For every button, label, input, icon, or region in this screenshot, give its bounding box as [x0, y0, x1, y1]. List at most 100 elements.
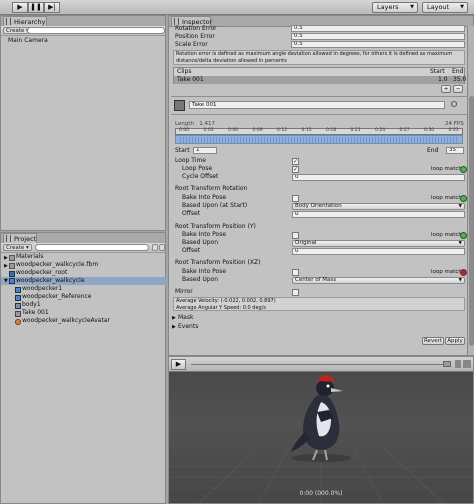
timeline-tick-label: 0:24 [375, 128, 386, 133]
layout-dropdown[interactable]: Layout ▼ [422, 2, 468, 13]
speed-icon[interactable] [443, 361, 451, 367]
clip-name-field[interactable]: Take 001 [189, 101, 445, 109]
clip-row-end: 35.0 [453, 76, 467, 83]
tab-hierarchy[interactable]: Hierarchy [3, 16, 47, 26]
layers-dropdown[interactable]: Layers ▼ [372, 2, 418, 13]
rtr-based-upon-dropdown[interactable]: Body Orientation ▼ [292, 203, 465, 210]
timeline-tick-label: 0:09 [252, 128, 263, 133]
inspector-scrollbar[interactable] [467, 26, 474, 355]
rtpy-bake-checkbox[interactable] [292, 232, 299, 239]
add-clip-button[interactable]: + [441, 85, 451, 93]
expand-arrow-icon[interactable]: ▶ [4, 262, 8, 270]
rtpxz-loop-match-label: loop match [431, 269, 462, 275]
rtpy-based-upon-dropdown[interactable]: Original ▼ [292, 240, 465, 247]
expand-arrow-icon[interactable]: ▶ [4, 254, 8, 262]
mirror-label: Mirror [175, 288, 193, 295]
foldout-arrow-icon[interactable]: ▶ [172, 314, 176, 322]
rtr-based-upon-value: Body Orientation [295, 203, 342, 209]
scrollbar-thumb[interactable] [469, 96, 474, 346]
cycle-offset-field[interactable]: 0 [292, 174, 465, 181]
step-button[interactable]: ▶| [44, 2, 60, 13]
foldout-arrow-icon[interactable]: ▶ [172, 323, 176, 331]
loop-pose-label: Loop Pose [182, 165, 213, 172]
project-item-body1[interactable]: body1 [22, 301, 41, 309]
timeline-ticks: 0:00 0:03 0:06 0:09 0:12 0:15 0:18 0:21 0:24 0:27… [176, 128, 462, 134]
rtr-based-upon-label: Based Upon (at Start) [182, 202, 248, 209]
project-tab-icon [6, 235, 11, 242]
rtpxz-bake-checkbox[interactable] [292, 269, 299, 276]
rtr-bake-checkbox[interactable] [292, 195, 299, 202]
project-search-input[interactable] [35, 244, 149, 251]
timeline-tick-label: 0:18 [326, 128, 337, 133]
help-icon[interactable] [451, 101, 457, 107]
project-item-materials[interactable]: Materials [16, 253, 44, 261]
timeline-range-bar[interactable] [175, 135, 463, 144]
end-field[interactable]: 35 [446, 147, 464, 154]
info-helpbox: Rotation error is defined as maximum ang… [173, 50, 465, 65]
apply-button[interactable]: Apply [445, 337, 465, 345]
rtpy-bake-label: Bake Into Pose [182, 231, 227, 238]
events-foldout[interactable]: Events [178, 323, 198, 331]
clips-list: Clips Start End Take 001 1.0 35.0 [173, 67, 467, 84]
start-field[interactable]: 1 [193, 147, 217, 154]
preview-play-button[interactable]: ▶ [171, 359, 186, 370]
timeline-ruler[interactable]: 0:00 0:03 0:06 0:09 0:12 0:15 0:18 0:21 0:24 0:27… [175, 128, 463, 135]
loop-pose-checkbox[interactable]: ✓ [292, 166, 299, 173]
inspector-panel: Inspector Rotation Error 0.5 Position Er… [168, 15, 474, 356]
remove-clip-button[interactable]: − [453, 85, 463, 93]
preview-viewport[interactable]: 0:00 (000.0%) [169, 372, 473, 503]
preview-timeline[interactable] [191, 364, 443, 365]
rtr-label: Root Transform Rotation [175, 185, 248, 192]
project-create-button[interactable]: Create ▾ [3, 244, 32, 251]
project-item-take001[interactable]: Take 001 [22, 309, 49, 317]
tab-hierarchy-label: Hierarchy [14, 18, 46, 26]
cycle-offset-label: Cycle Offset [182, 173, 219, 180]
layout-label: Layout [427, 3, 450, 11]
mask-foldout[interactable]: Mask [178, 314, 193, 322]
rotation-error-field[interactable]: 0.5 [291, 25, 465, 32]
pause-button[interactable]: ❚❚ [28, 2, 44, 13]
project-item-fbm[interactable]: woodpecker_walkcycle.fbm [16, 261, 98, 269]
play-button[interactable]: ▶ [12, 2, 28, 13]
rtr-bake-label: Bake Into Pose [182, 194, 227, 201]
pivot-icon[interactable] [463, 360, 471, 368]
main-toolbar: ▶ ❚❚ ▶| Layers ▼ Layout ▼ [0, 0, 474, 15]
timeline-tick-label: 0:30 [424, 128, 435, 133]
star-icon[interactable] [159, 244, 165, 251]
layers-label: Layers [377, 3, 399, 11]
tab-project[interactable]: Project [3, 233, 37, 243]
rtpxz-bake-label: Bake Into Pose [182, 268, 227, 275]
rtpxz-based-upon-dropdown[interactable]: Center of Mass ▼ [292, 277, 465, 284]
timeline-tick-label: 0:03 [203, 128, 214, 133]
avatar-preview-icon[interactable] [455, 360, 461, 368]
chevron-down-icon: ▼ [458, 204, 462, 209]
rtr-offset-field[interactable]: 0 [292, 211, 465, 218]
project-item-root[interactable]: woodpecker_root [16, 269, 67, 277]
loop-time-checkbox[interactable]: ✓ [292, 158, 299, 165]
filter-icon[interactable] [152, 244, 158, 251]
rtpy-loop-match-label: loop match [431, 232, 462, 238]
woodpecker-model-icon [291, 375, 351, 462]
end-label: End [427, 147, 439, 154]
collapse-arrow-icon[interactable]: ▼ [4, 277, 8, 285]
start-label: Start [175, 147, 190, 154]
project-item-reference[interactable]: woodpecker_Reference [22, 293, 92, 301]
rtpxz-label: Root Transform Position (XZ) [175, 259, 261, 266]
mirror-checkbox[interactable] [292, 289, 299, 296]
rtpy-offset-field[interactable]: 0 [292, 248, 465, 255]
project-item-avatar[interactable]: woodpecker_walkcycleAvatar [22, 317, 110, 325]
project-item-walkcycle[interactable]: woodpecker_walkcycle [16, 277, 85, 285]
chevron-down-icon: ▼ [410, 4, 414, 10]
position-error-field[interactable]: 0.5 [291, 33, 465, 40]
scale-error-field[interactable]: 0.5 [291, 41, 465, 48]
hierarchy-search-input[interactable] [27, 27, 165, 34]
loop-time-label: Loop Time [175, 157, 206, 164]
divider [171, 114, 467, 115]
hierarchy-item-main-camera[interactable]: Main Camera [8, 37, 48, 45]
project-item-selected[interactable]: ▼ woodpecker_walkcycle [1, 277, 167, 285]
revert-button[interactable]: Revert [422, 337, 444, 345]
clip-row-take001[interactable]: Take 001 1.0 35.0 [174, 76, 467, 84]
hierarchy-tab-icon [6, 18, 11, 25]
folder-icon [9, 255, 15, 261]
project-item-woodpecker1[interactable]: woodpecker1 [22, 285, 62, 293]
